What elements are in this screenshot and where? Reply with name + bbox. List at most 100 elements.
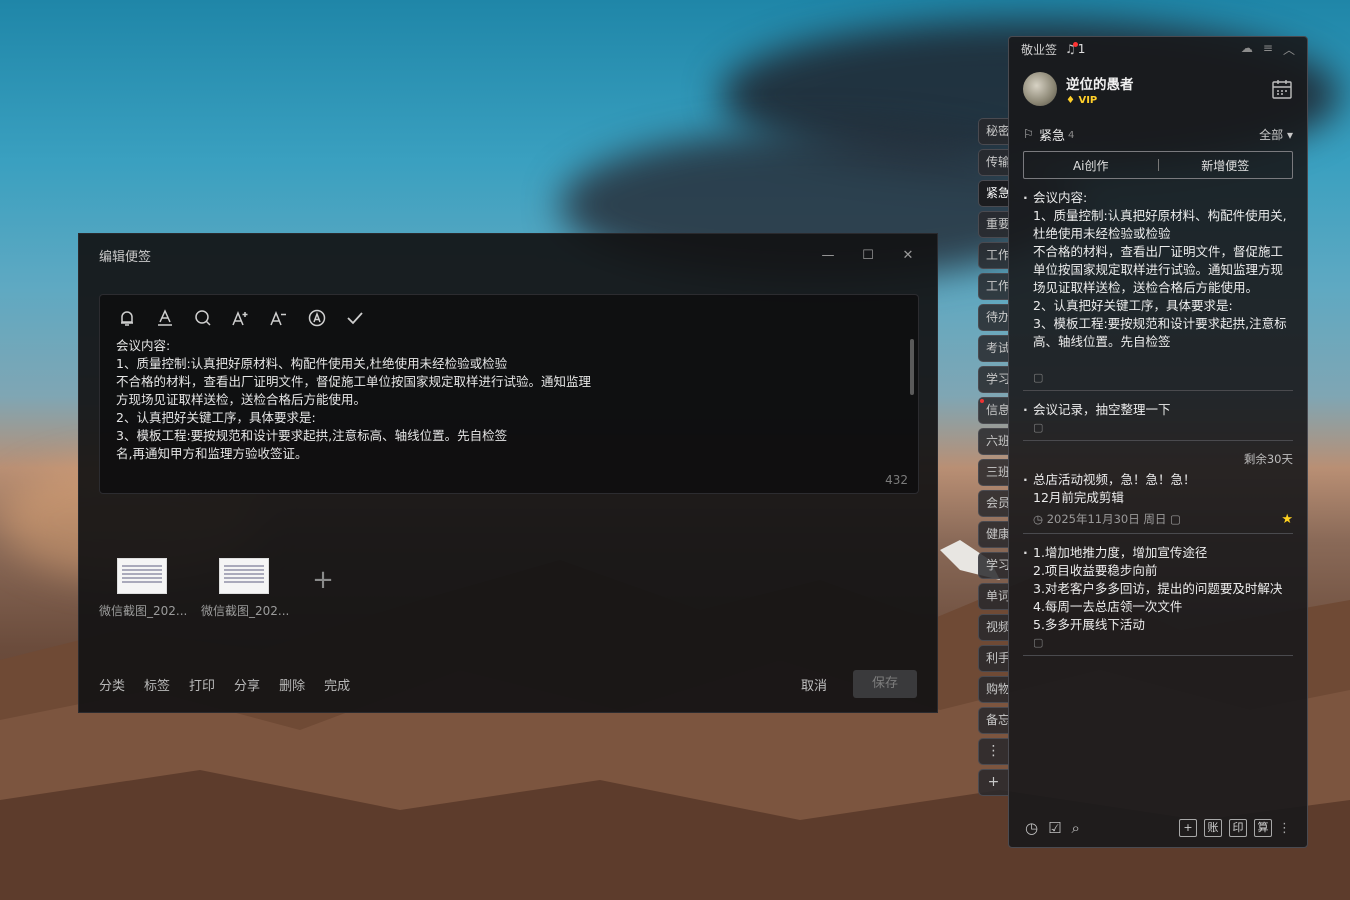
tab-category-active[interactable]: 紧急 <box>978 180 1008 207</box>
collapse-icon[interactable]: ︿ <box>1283 41 1295 58</box>
cloud-sync-icon[interactable]: ☁ <box>1241 41 1253 58</box>
maximize-button[interactable]: ☐ <box>859 248 877 263</box>
tab-category[interactable]: 考试 <box>978 335 1008 362</box>
tab-category[interactable]: 信息 <box>978 397 1008 424</box>
tab-category[interactable]: 学习 <box>978 366 1008 393</box>
vip-badge: ♦ VIP <box>1066 94 1098 106</box>
category-button[interactable]: 分类 <box>99 675 125 694</box>
editor-scrollbar[interactable] <box>910 339 914 395</box>
note-text: 1.增加地推力度，增加宣传途径 2.项目收益要稳步向前 3.对老客户多多回访，提… <box>1023 544 1293 634</box>
add-category-button[interactable]: + <box>978 769 1008 796</box>
tab-category[interactable]: 健康 <box>978 521 1008 548</box>
account-book-icon[interactable]: 账 <box>1204 819 1222 837</box>
filter-dropdown[interactable]: 全部 ▾ <box>1259 126 1293 143</box>
note-editor-area[interactable]: 会议内容: 1、质量控制:认真把好原材料、构配件使用关,杜绝使用未经检验或检验 … <box>99 294 919 494</box>
search-icon[interactable]: ⌕ <box>1072 819 1080 837</box>
check-icon[interactable] <box>346 309 364 327</box>
auto-format-icon[interactable] <box>308 309 326 327</box>
edit-note-window: 编辑便签 — ☐ ✕ 会议内容: 1、质量控制:认真把好原材料、构配件使用关,杜… <box>78 233 938 713</box>
lock-icon: ▢ <box>1033 636 1044 649</box>
panel-topbar: 敬业签 ♫ 1 ☁ ≡ ︿ <box>1009 37 1307 61</box>
font-increase-icon[interactable] <box>232 309 250 327</box>
search-icon[interactable] <box>194 309 212 327</box>
list-item[interactable]: 会议内容: 1、质量控制:认真把好原材料、构配件使用关,杜绝使用未经检验或检验 … <box>1023 179 1293 391</box>
flag-icon: ⚐ <box>1023 127 1034 141</box>
note-text: 会议内容: 1、质量控制:认真把好原材料、构配件使用关,杜绝使用未经检验或检验 … <box>1023 189 1293 369</box>
more-icon[interactable]: ⋮ <box>1278 821 1291 836</box>
tab-category[interactable]: 重要 <box>978 211 1008 238</box>
calendar-icon[interactable] <box>1271 78 1293 100</box>
unread-dot <box>980 399 984 403</box>
print-icon[interactable]: 印 <box>1229 819 1247 837</box>
avatar[interactable] <box>1023 72 1057 106</box>
close-button[interactable]: ✕ <box>899 248 917 263</box>
attachment-item[interactable]: 微信截图_202... <box>99 554 187 619</box>
tab-category[interactable]: 三班 <box>978 459 1008 486</box>
delete-button[interactable]: 删除 <box>279 675 305 694</box>
user-name: 逆位的愚者 <box>1066 76 1134 93</box>
app-name: 敬业签 <box>1021 42 1058 57</box>
print-button[interactable]: 打印 <box>189 675 215 694</box>
tab-category[interactable]: 秘密 <box>978 118 1008 145</box>
lock-icon: ▢ <box>1033 371 1044 384</box>
share-button[interactable]: 分享 <box>234 675 260 694</box>
tab-category[interactable]: 六班 <box>978 428 1008 455</box>
cancel-button[interactable]: 取消 <box>801 675 827 694</box>
format-toolbar <box>100 295 918 335</box>
add-attachment-button[interactable]: + <box>303 560 343 600</box>
bell-icon[interactable] <box>118 309 136 327</box>
menu-icon[interactable]: ≡ <box>1263 41 1273 58</box>
add-icon[interactable]: + <box>1179 819 1197 837</box>
tab-category[interactable]: 待办 <box>978 304 1008 331</box>
tag-button[interactable]: 标签 <box>144 675 170 694</box>
tab-category[interactable]: 购物 <box>978 676 1008 703</box>
tab-category[interactable]: 工作 <box>978 273 1008 300</box>
tab-category[interactable]: 工作 <box>978 242 1008 269</box>
attachment-name: 微信截图_202... <box>201 604 290 618</box>
note-text: 总店活动视频，急！急！急！ 12月前完成剪辑 <box>1023 471 1293 507</box>
tab-category[interactable]: 利手 <box>978 645 1008 672</box>
list-item[interactable]: 1.增加地推力度，增加宣传途径 2.项目收益要稳步向前 3.对老客户多多回访，提… <box>1023 534 1293 656</box>
attachments-area: 微信截图_202... 微信截图_202... + <box>99 554 343 619</box>
more-categories-button[interactable]: ⋮ <box>978 738 1008 765</box>
minimize-button[interactable]: — <box>819 248 837 263</box>
done-checkbox-icon[interactable]: ☑ <box>1048 819 1061 837</box>
remaining-days: 剩余30天 <box>1243 452 1293 466</box>
attachment-thumbnail <box>117 558 167 594</box>
category-tabs: 秘密 传输 紧急 重要 工作 工作 待办 考试 学习 信息 六班 三班 会员 健… <box>978 118 1008 800</box>
char-count: 432 <box>885 473 908 487</box>
notification-count: 1 <box>1077 42 1086 56</box>
lock-icon: ▢ <box>1166 512 1181 526</box>
note-meta: ◷ 2025年11月30日 周日 ▢ ★ <box>1023 511 1293 527</box>
note-text: 会议记录，抽空整理一下 <box>1023 401 1293 419</box>
editor-footer: 分类 标签 打印 分享 删除 完成 取消 保存 <box>99 670 917 698</box>
window-titlebar[interactable]: 编辑便签 — ☐ ✕ <box>79 234 937 276</box>
list-item[interactable]: 剩余30天 总店活动视频，急！急！急！ 12月前完成剪辑 ◷ 2025年11月3… <box>1023 441 1293 534</box>
text-color-icon[interactable] <box>156 309 174 327</box>
save-button[interactable]: 保存 <box>853 670 917 698</box>
tab-category[interactable]: 单词 <box>978 583 1008 610</box>
tab-category[interactable]: 视频 <box>978 614 1008 641</box>
star-icon[interactable]: ★ <box>1281 512 1293 527</box>
clock-icon: ◷ <box>1033 512 1047 526</box>
window-title: 编辑便签 <box>99 249 152 265</box>
new-note-button[interactable]: 新增便签 <box>1159 157 1293 174</box>
tab-category[interactable]: 备忘 <box>978 707 1008 734</box>
note-content-text[interactable]: 会议内容: 1、质量控制:认真把好原材料、构配件使用关,杜绝使用未经检验或检验 … <box>100 335 620 465</box>
user-profile: 逆位的愚者 ♦ VIP <box>1009 61 1307 117</box>
sticky-notes-panel: 敬业签 ♫ 1 ☁ ≡ ︿ 逆位的愚者 ♦ VIP ⚐ 紧急 4 全部 ▾ Ai… <box>1008 36 1308 848</box>
font-decrease-icon[interactable] <box>270 309 288 327</box>
ai-create-button[interactable]: Ai创作 <box>1024 157 1158 174</box>
complete-button[interactable]: 完成 <box>324 675 350 694</box>
notification-bell-icon[interactable]: ♫ <box>1065 42 1078 56</box>
tab-category[interactable]: 学习 <box>978 552 1008 579</box>
section-header: ⚐ 紧急 4 全部 ▾ <box>1009 123 1307 145</box>
tab-category[interactable]: 传输 <box>978 149 1008 176</box>
section-count: 4 <box>1068 130 1075 141</box>
history-clock-icon[interactable]: ◷ <box>1025 819 1038 837</box>
attachment-item[interactable]: 微信截图_202... <box>201 554 290 619</box>
calculator-icon[interactable]: 算 <box>1254 819 1272 837</box>
tab-category[interactable]: 会员 <box>978 490 1008 517</box>
note-date: 2025年11月30日 周日 <box>1046 512 1167 526</box>
list-item[interactable]: 会议记录，抽空整理一下 ▢ <box>1023 391 1293 441</box>
